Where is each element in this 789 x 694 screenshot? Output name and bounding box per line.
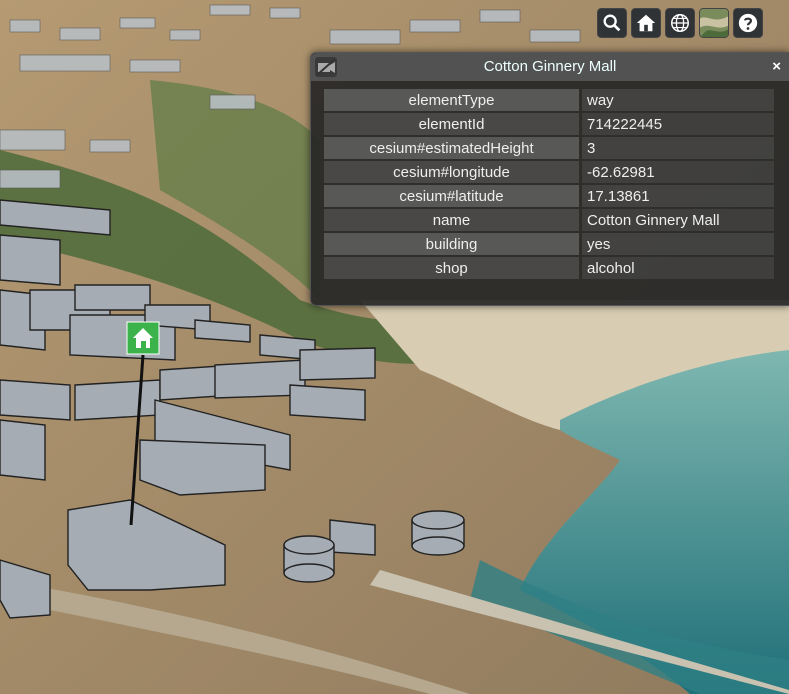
property-value: yes (582, 233, 774, 255)
help-icon (738, 13, 758, 33)
home-icon[interactable] (126, 321, 160, 355)
table-row: shop alcohol (324, 257, 774, 279)
table-row: building yes (324, 233, 774, 255)
info-box-title: Cotton Ginnery Mall (311, 53, 789, 81)
home-icon (636, 14, 656, 32)
property-value: 3 (582, 137, 774, 159)
table-row: name Cotton Ginnery Mall (324, 209, 774, 231)
toolbar (597, 8, 763, 38)
search-icon (603, 14, 621, 32)
info-box: Cotton Ginnery Mall × elementType way elem… (310, 52, 789, 306)
cesium-viewer[interactable]: Cotton Ginnery Mall × elementType way elem… (0, 0, 789, 694)
property-key: elementType (324, 89, 579, 111)
properties-table: elementType way elementId 714222445 cesium#e… (321, 87, 777, 281)
table-row: cesium#latitude 17.13861 (324, 185, 774, 207)
imagery-layer-picker-icon (700, 9, 728, 37)
property-value: 17.13861 (582, 185, 774, 207)
property-key: cesium#estimatedHeight (324, 137, 579, 159)
help-button[interactable] (733, 8, 763, 38)
property-key: name (324, 209, 579, 231)
camera-track-button[interactable] (315, 57, 337, 77)
home-button[interactable] (631, 8, 661, 38)
property-value: Cotton Ginnery Mall (582, 209, 774, 231)
property-key: cesium#latitude (324, 185, 579, 207)
property-key: building (324, 233, 579, 255)
property-value: 714222445 (582, 113, 774, 135)
search-button[interactable] (597, 8, 627, 38)
property-key: shop (324, 257, 579, 279)
property-value: way (582, 89, 774, 111)
property-value: -62.62981 (582, 161, 774, 183)
info-box-description: elementType way elementId 714222445 cesium#e… (311, 81, 789, 281)
table-row: cesium#longitude -62.62981 (324, 161, 774, 183)
base-layer-picker-button[interactable] (699, 8, 729, 38)
close-icon[interactable]: × (772, 58, 781, 75)
table-row: elementType way (324, 89, 774, 111)
camera-track-icon (316, 58, 336, 76)
property-key: elementId (324, 113, 579, 135)
property-key: cesium#longitude (324, 161, 579, 183)
table-row: elementId 714222445 (324, 113, 774, 135)
scene-mode-button[interactable] (665, 8, 695, 38)
property-value: alcohol (582, 257, 774, 279)
globe-icon (671, 14, 689, 32)
table-row: cesium#estimatedHeight 3 (324, 137, 774, 159)
